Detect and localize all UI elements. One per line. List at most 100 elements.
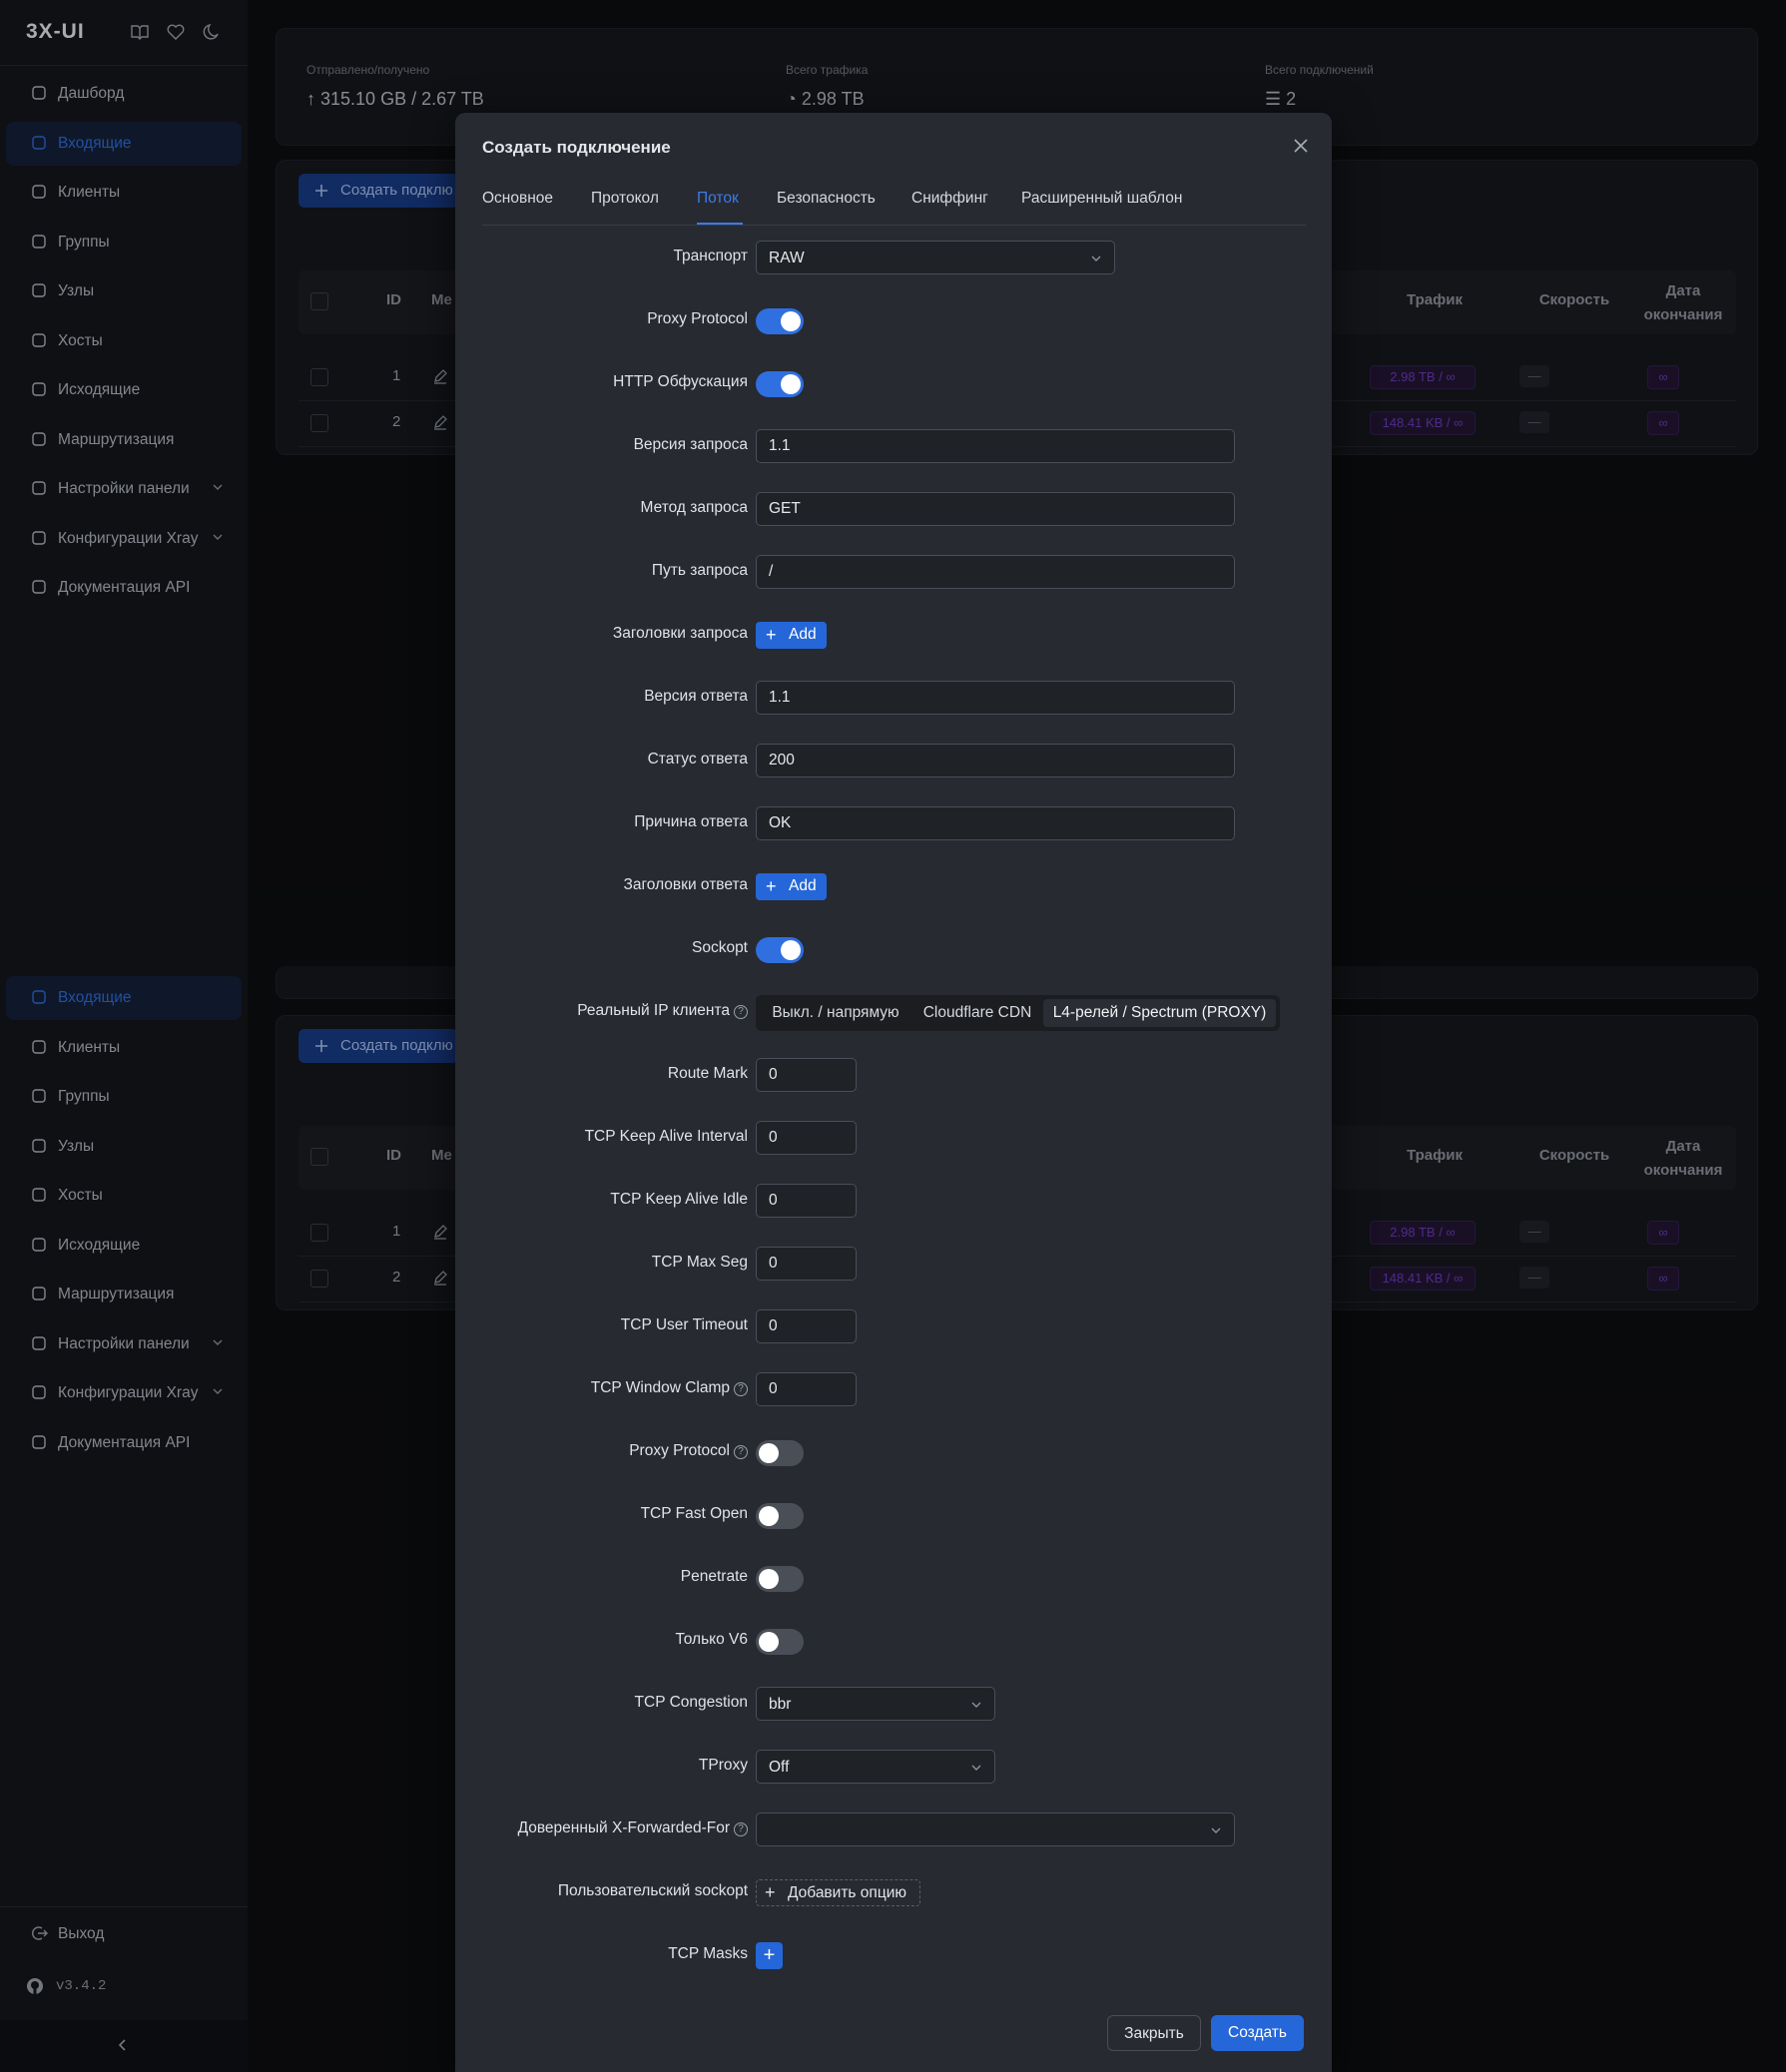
add-tcp-mask-button[interactable]: +: [756, 1942, 783, 1969]
real-ip-option-l4-relay[interactable]: L4-релей / Spectrum (PROXY): [1043, 999, 1276, 1027]
add-response-header-label: Add: [789, 877, 817, 894]
modal-tabs: Основное Протокол Поток Безопасность Сни…: [482, 183, 1306, 226]
tcp-user-timeout-label: TCP User Timeout: [620, 1316, 748, 1333]
http-obfuscation-toggle[interactable]: [756, 371, 804, 397]
tab-protocol[interactable]: Протокол: [591, 190, 659, 208]
add-sockopt-option-button[interactable]: + Добавить опцию: [756, 1879, 920, 1906]
chevron-down-icon: [971, 1702, 981, 1708]
request-method-label: Метод запроса: [640, 499, 748, 516]
modal-title: Создать подключение: [482, 138, 671, 157]
response-headers-label: Заголовки ответа: [623, 876, 748, 893]
plus-icon: +: [766, 625, 777, 645]
tcp-window-clamp-label: TCP Window Clamp?: [591, 1379, 748, 1397]
toggle-knob: [759, 1443, 779, 1463]
response-reason-input[interactable]: [756, 806, 1235, 840]
route-mark-input[interactable]: [756, 1058, 857, 1092]
http-obfuscation-label: HTTP Обфускация: [613, 373, 748, 390]
help-icon[interactable]: ?: [734, 1822, 748, 1836]
real-ip-option-direct[interactable]: Выкл. / напрямую: [760, 999, 911, 1027]
help-icon[interactable]: ?: [734, 1382, 748, 1396]
request-headers-label: Заголовки запроса: [612, 625, 748, 642]
tab-ink-bar: [697, 223, 743, 225]
transport-label: Транспорт: [673, 248, 748, 264]
request-path-label: Путь запроса: [651, 562, 748, 579]
tcp-max-seg-label: TCP Max Seg: [651, 1254, 748, 1271]
close-button[interactable]: Закрыть: [1107, 2015, 1201, 2051]
response-status-label: Статус ответа: [647, 751, 748, 768]
tcp-congestion-value: bbr: [769, 1696, 792, 1713]
proxy-protocol-toggle[interactable]: [756, 308, 804, 334]
close-icon[interactable]: [1290, 135, 1312, 157]
custom-sockopt-label: Пользовательский sockopt: [557, 1882, 748, 1899]
toggle-knob: [781, 940, 801, 960]
tab-security[interactable]: Безопасность: [777, 190, 876, 208]
sockopt-proxy-protocol-toggle[interactable]: [756, 1440, 804, 1466]
tproxy-value: Off: [769, 1759, 790, 1776]
toggle-knob: [781, 311, 801, 331]
route-mark-label: Route Mark: [667, 1065, 748, 1082]
tab-basic[interactable]: Основное: [482, 190, 553, 208]
tcp-fast-open-toggle[interactable]: [756, 1503, 804, 1529]
response-version-input[interactable]: [756, 681, 1235, 715]
tab-sniffing[interactable]: Сниффинг: [911, 190, 988, 208]
response-reason-label: Причина ответа: [634, 813, 748, 830]
help-icon[interactable]: ?: [734, 1445, 748, 1459]
tcp-keepalive-interval-label: TCP Keep Alive Interval: [584, 1128, 748, 1145]
add-response-header-button[interactable]: + Add: [756, 873, 827, 900]
tcp-window-clamp-text: TCP Window Clamp: [590, 1379, 730, 1396]
tcp-keepalive-idle-label: TCP Keep Alive Idle: [610, 1191, 748, 1208]
chevron-down-icon: [1211, 1827, 1221, 1833]
plus-icon: +: [766, 876, 777, 896]
tcp-keepalive-idle-input[interactable]: [756, 1184, 857, 1218]
response-version-label: Версия ответа: [644, 688, 748, 705]
real-client-ip-segmented: Выкл. / напрямую Cloudflare CDN L4-релей…: [756, 995, 1280, 1031]
tcp-masks-label: TCP Masks: [668, 1945, 748, 1962]
create-button[interactable]: Создать: [1211, 2015, 1304, 2051]
tcp-congestion-label: TCP Congestion: [634, 1694, 748, 1711]
trusted-xff-label: Доверенный X-Forwarded-For?: [518, 1819, 748, 1837]
toggle-knob: [759, 1569, 779, 1589]
trusted-xff-select[interactable]: [756, 1813, 1235, 1846]
sockopt-proxy-protocol-text: Proxy Protocol: [629, 1442, 730, 1459]
tab-stream[interactable]: Поток: [697, 190, 739, 208]
trusted-xff-text: Доверенный X-Forwarded-For: [517, 1819, 730, 1836]
create-inbound-modal: Создать подключение Основное Протокол По…: [455, 113, 1332, 2072]
toggle-knob: [781, 374, 801, 394]
sockopt-proxy-protocol-label: Proxy Protocol?: [629, 1442, 748, 1460]
real-ip-option-cloudflare[interactable]: Cloudflare CDN: [915, 999, 1039, 1027]
penetrate-label: Penetrate: [680, 1568, 748, 1585]
real-client-ip-text: Реальный IP клиента: [577, 1002, 730, 1019]
add-sockopt-option-label: Добавить опцию: [788, 1884, 906, 1901]
v6-only-toggle[interactable]: [756, 1629, 804, 1655]
real-client-ip-label: Реальный IP клиента?: [577, 1002, 748, 1020]
request-version-label: Версия запроса: [633, 436, 748, 453]
request-method-input[interactable]: [756, 492, 1235, 526]
tcp-fast-open-label: TCP Fast Open: [640, 1505, 748, 1522]
request-path-input[interactable]: [756, 555, 1235, 589]
plus-icon: +: [765, 1882, 776, 1902]
tcp-congestion-select[interactable]: bbr: [756, 1687, 995, 1721]
tcp-user-timeout-input[interactable]: [756, 1309, 857, 1343]
tproxy-label: TProxy: [698, 1757, 748, 1774]
penetrate-toggle[interactable]: [756, 1566, 804, 1592]
transport-value: RAW: [769, 250, 805, 266]
chevron-down-icon: [1091, 256, 1101, 261]
request-version-input[interactable]: [756, 429, 1235, 463]
toggle-knob: [759, 1632, 779, 1652]
tcp-keepalive-interval-input[interactable]: [756, 1121, 857, 1155]
sockopt-label: Sockopt: [691, 939, 748, 956]
sockopt-toggle[interactable]: [756, 937, 804, 963]
tcp-window-clamp-input[interactable]: [756, 1372, 857, 1406]
tab-advanced-template[interactable]: Расширенный шаблон: [1021, 190, 1182, 208]
transport-select[interactable]: RAW: [756, 241, 1115, 274]
chevron-down-icon: [971, 1765, 981, 1771]
tcp-max-seg-input[interactable]: [756, 1247, 857, 1281]
proxy-protocol-label: Proxy Protocol: [647, 310, 748, 327]
v6-only-label: Только V6: [675, 1631, 749, 1648]
tproxy-select[interactable]: Off: [756, 1750, 995, 1784]
help-icon[interactable]: ?: [734, 1005, 748, 1019]
response-status-input[interactable]: [756, 744, 1235, 777]
add-request-header-button[interactable]: + Add: [756, 622, 827, 649]
add-request-header-label: Add: [789, 626, 817, 643]
toggle-knob: [759, 1506, 779, 1526]
